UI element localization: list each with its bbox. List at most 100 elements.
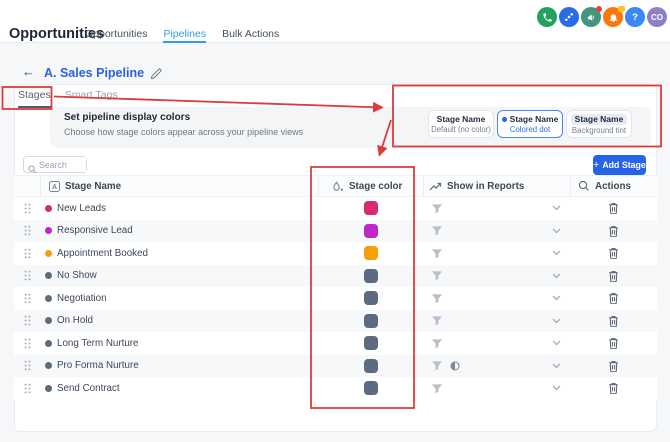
delete-stage-button[interactable] <box>608 202 619 214</box>
table-row: Negotiation <box>14 287 657 310</box>
drag-handle-icon[interactable] <box>24 383 31 394</box>
tab-bulk-actions[interactable]: Bulk Actions <box>222 28 279 43</box>
table-header: A Stage Name Stage color Show in Reports… <box>14 175 657 197</box>
stage-color-swatch[interactable] <box>364 224 378 238</box>
tab-pipelines[interactable]: Pipelines <box>163 28 206 43</box>
drag-handle-icon[interactable] <box>24 360 31 371</box>
delete-stage-button[interactable] <box>608 247 619 259</box>
chevron-down-icon[interactable] <box>552 295 561 301</box>
stage-dot <box>45 385 52 392</box>
chevron-down-icon[interactable] <box>552 228 561 234</box>
bell-icon[interactable] <box>603 7 623 27</box>
drag-handle-icon[interactable] <box>24 248 31 259</box>
funnel-icon[interactable] <box>431 360 443 371</box>
stage-dot <box>45 272 52 279</box>
stage-color-swatch[interactable] <box>364 269 378 283</box>
column-show-in-reports: Show in Reports <box>423 176 570 196</box>
delete-stage-button[interactable] <box>608 315 619 327</box>
chevron-down-icon[interactable] <box>552 363 561 369</box>
table-row: No Show <box>14 265 657 288</box>
stage-dot <box>45 317 52 324</box>
display-option-background-tint[interactable]: Stage Name Background tint <box>566 110 632 138</box>
stage-color-swatch[interactable] <box>364 381 378 395</box>
add-stage-label: Add Stage <box>602 160 646 170</box>
stage-dot <box>45 295 52 302</box>
option-sublabel: Default (no color) <box>431 125 491 134</box>
drag-handle-icon[interactable] <box>24 270 31 281</box>
stage-name-label: New Leads <box>57 203 106 214</box>
drag-handle-icon[interactable] <box>24 315 31 326</box>
stage-rows: New Leads <box>14 197 657 400</box>
edit-pencil-icon[interactable] <box>150 67 162 85</box>
option-dot <box>502 117 507 122</box>
delete-stage-button[interactable] <box>608 270 619 282</box>
funnel-icon[interactable] <box>431 225 443 236</box>
stage-name-label: On Hold <box>57 315 93 326</box>
stage-color-swatch[interactable] <box>364 336 378 350</box>
delete-stage-button[interactable] <box>608 382 619 394</box>
chevron-down-icon[interactable] <box>552 205 561 211</box>
avatar-initials: CO <box>651 13 663 22</box>
funnel-icon[interactable] <box>431 338 443 349</box>
funnel-icon[interactable] <box>431 315 443 326</box>
table-row: New Leads <box>14 197 657 220</box>
stage-name-label: Pro Forma Nurture <box>57 360 139 371</box>
pipeline-sub-tabs: Stages Smart Tags <box>18 89 118 108</box>
stage-color-swatch[interactable] <box>364 314 378 328</box>
megaphone-icon[interactable] <box>581 7 601 27</box>
option-label: Stage Name <box>571 114 628 125</box>
delete-stage-button[interactable] <box>608 337 619 349</box>
drag-handle-icon[interactable] <box>24 225 31 236</box>
stage-dot <box>45 205 52 212</box>
display-option-colored-dot[interactable]: Stage Name Colored dot <box>497 110 563 138</box>
funnel-icon[interactable] <box>431 383 443 394</box>
top-tabs: Opportunities Pipelines Bulk Actions <box>85 28 279 43</box>
stage-color-swatch[interactable] <box>364 246 378 260</box>
phone-icon[interactable] <box>537 7 557 27</box>
trend-icon <box>429 181 442 192</box>
help-icon[interactable]: ? <box>625 7 645 27</box>
tab-smart-tags[interactable]: Smart Tags <box>65 89 118 108</box>
drag-handle-icon[interactable] <box>24 293 31 304</box>
tab-stages[interactable]: Stages <box>18 89 51 108</box>
display-option-default[interactable]: Stage Name Default (no color) <box>428 110 494 138</box>
stage-color-swatch[interactable] <box>364 359 378 373</box>
funnel-icon[interactable] <box>431 270 443 281</box>
delete-stage-button[interactable] <box>608 225 619 237</box>
column-actions: Actions <box>570 176 657 196</box>
funnel-icon[interactable] <box>431 248 443 259</box>
funnel-icon[interactable] <box>431 203 443 214</box>
option-sublabel: Background tint <box>572 126 626 135</box>
add-stage-button[interactable]: + Add Stage <box>593 155 646 175</box>
table-row: Appointment Booked <box>14 242 657 265</box>
option-sublabel: Colored dot <box>510 125 550 134</box>
letter-a-icon: A <box>49 181 60 192</box>
circle-half-icon <box>450 361 460 371</box>
chevron-down-icon[interactable] <box>552 318 561 324</box>
drag-handle-icon[interactable] <box>24 203 31 214</box>
chevron-down-icon[interactable] <box>552 273 561 279</box>
stage-color-swatch[interactable] <box>364 201 378 215</box>
banner-title: Set pipeline display colors <box>64 112 190 123</box>
search-box <box>23 156 87 173</box>
chevron-down-icon[interactable] <box>552 385 561 391</box>
funnel-icon[interactable] <box>431 293 443 304</box>
chevron-down-icon[interactable] <box>552 250 561 256</box>
stage-name-label: Long Term Nurture <box>57 338 139 349</box>
help-glyph: ? <box>632 12 638 23</box>
tab-opportunities[interactable]: Opportunities <box>85 28 147 43</box>
chevron-down-icon[interactable] <box>552 340 561 346</box>
search-input[interactable] <box>39 157 86 172</box>
stage-color-swatch[interactable] <box>364 291 378 305</box>
delete-stage-button[interactable] <box>608 292 619 304</box>
stage-dot <box>45 340 52 347</box>
table-row: Pro Forma Nurture <box>14 355 657 378</box>
integrations-icon[interactable] <box>559 7 579 27</box>
delete-stage-button[interactable] <box>608 360 619 372</box>
drag-handle-icon[interactable] <box>24 338 31 349</box>
stage-name-label: No Show <box>57 270 97 281</box>
avatar[interactable]: CO <box>647 7 667 27</box>
loupe-icon <box>578 180 590 192</box>
notification-badge <box>618 6 625 12</box>
back-button[interactable]: ← <box>22 64 35 79</box>
